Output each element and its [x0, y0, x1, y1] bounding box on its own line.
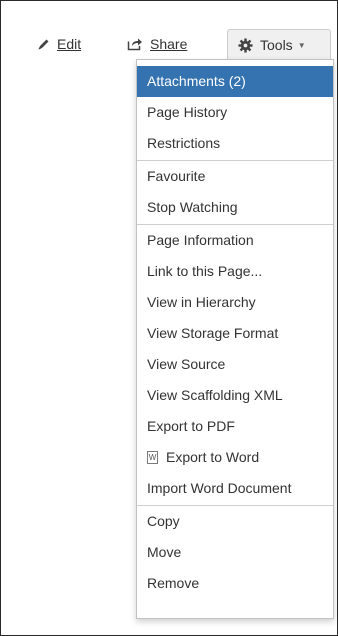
menu-item-export-to-pdf[interactable]: Export to PDF — [137, 411, 333, 442]
menu-item-label: View Source — [147, 356, 226, 372]
menu-item-label: Remove — [147, 575, 200, 591]
menu-group-info: Page Information Link to this Page... Vi… — [137, 225, 333, 504]
pencil-icon — [37, 38, 50, 51]
menu-item-label: Page Information — [147, 232, 254, 248]
menu-item-page-information[interactable]: Page Information — [137, 225, 333, 256]
share-button[interactable]: Share — [127, 32, 187, 56]
menu-item-move[interactable]: Move — [137, 537, 333, 568]
menu-item-label: Attachments (2) — [147, 73, 246, 89]
menu-item-link-to-page[interactable]: Link to this Page... — [137, 256, 333, 287]
menu-item-import-word-document[interactable]: Import Word Document — [137, 473, 333, 504]
menu-item-label: Favourite — [147, 168, 206, 184]
menu-item-label: View Scaffolding XML — [147, 387, 283, 403]
menu-item-stop-watching[interactable]: Stop Watching — [137, 192, 333, 223]
menu-item-view-storage-format[interactable]: View Storage Format — [137, 318, 333, 349]
menu-item-view-source[interactable]: View Source — [137, 349, 333, 380]
menu-item-label: Import Word Document — [147, 480, 292, 496]
tools-label: Tools — [260, 37, 293, 53]
menu-item-label: Link to this Page... — [147, 263, 263, 279]
menu-item-view-scaffolding-xml[interactable]: View Scaffolding XML — [137, 380, 333, 411]
menu-group-page: Attachments (2) Page History Restriction… — [137, 66, 333, 159]
menu-item-label: Export to PDF — [147, 418, 235, 434]
menu-item-label: Restrictions — [147, 135, 221, 151]
gear-icon — [238, 37, 253, 53]
menu-group-watch: Favourite Stop Watching — [137, 161, 333, 223]
share-icon — [127, 37, 143, 51]
tools-dropdown-menu: Attachments (2) Page History Restriction… — [136, 59, 334, 619]
menu-item-label: Copy — [147, 513, 180, 529]
page-toolbar: Edit Share Tools ▼ — [1, 1, 337, 60]
word-document-icon: W — [147, 451, 158, 464]
menu-item-label: View in Hierarchy — [147, 294, 256, 310]
menu-item-label: Stop Watching — [147, 199, 238, 215]
menu-item-label: Export to Word — [166, 449, 260, 465]
menu-item-remove[interactable]: Remove — [137, 568, 333, 599]
menu-item-view-in-hierarchy[interactable]: View in Hierarchy — [137, 287, 333, 318]
menu-item-export-to-word[interactable]: W Export to Word — [137, 442, 333, 473]
window-frame: Edit Share Tools ▼ Attachments (2) Page … — [0, 0, 338, 636]
edit-button[interactable]: Edit — [37, 32, 81, 56]
menu-item-copy[interactable]: Copy — [137, 506, 333, 537]
menu-item-page-history[interactable]: Page History — [137, 97, 333, 128]
menu-item-label: Move — [147, 544, 182, 560]
menu-item-restrictions[interactable]: Restrictions — [137, 128, 333, 159]
edit-label: Edit — [57, 36, 82, 52]
menu-group-manage: Copy Move Remove — [137, 506, 333, 599]
menu-item-favourite[interactable]: Favourite — [137, 161, 333, 192]
menu-item-attachments[interactable]: Attachments (2) — [137, 66, 333, 97]
share-label: Share — [150, 36, 188, 52]
menu-item-label: Page History — [147, 104, 228, 120]
tools-button[interactable]: Tools ▼ — [227, 29, 331, 60]
menu-item-label: View Storage Format — [147, 325, 279, 341]
chevron-down-icon: ▼ — [297, 40, 306, 50]
